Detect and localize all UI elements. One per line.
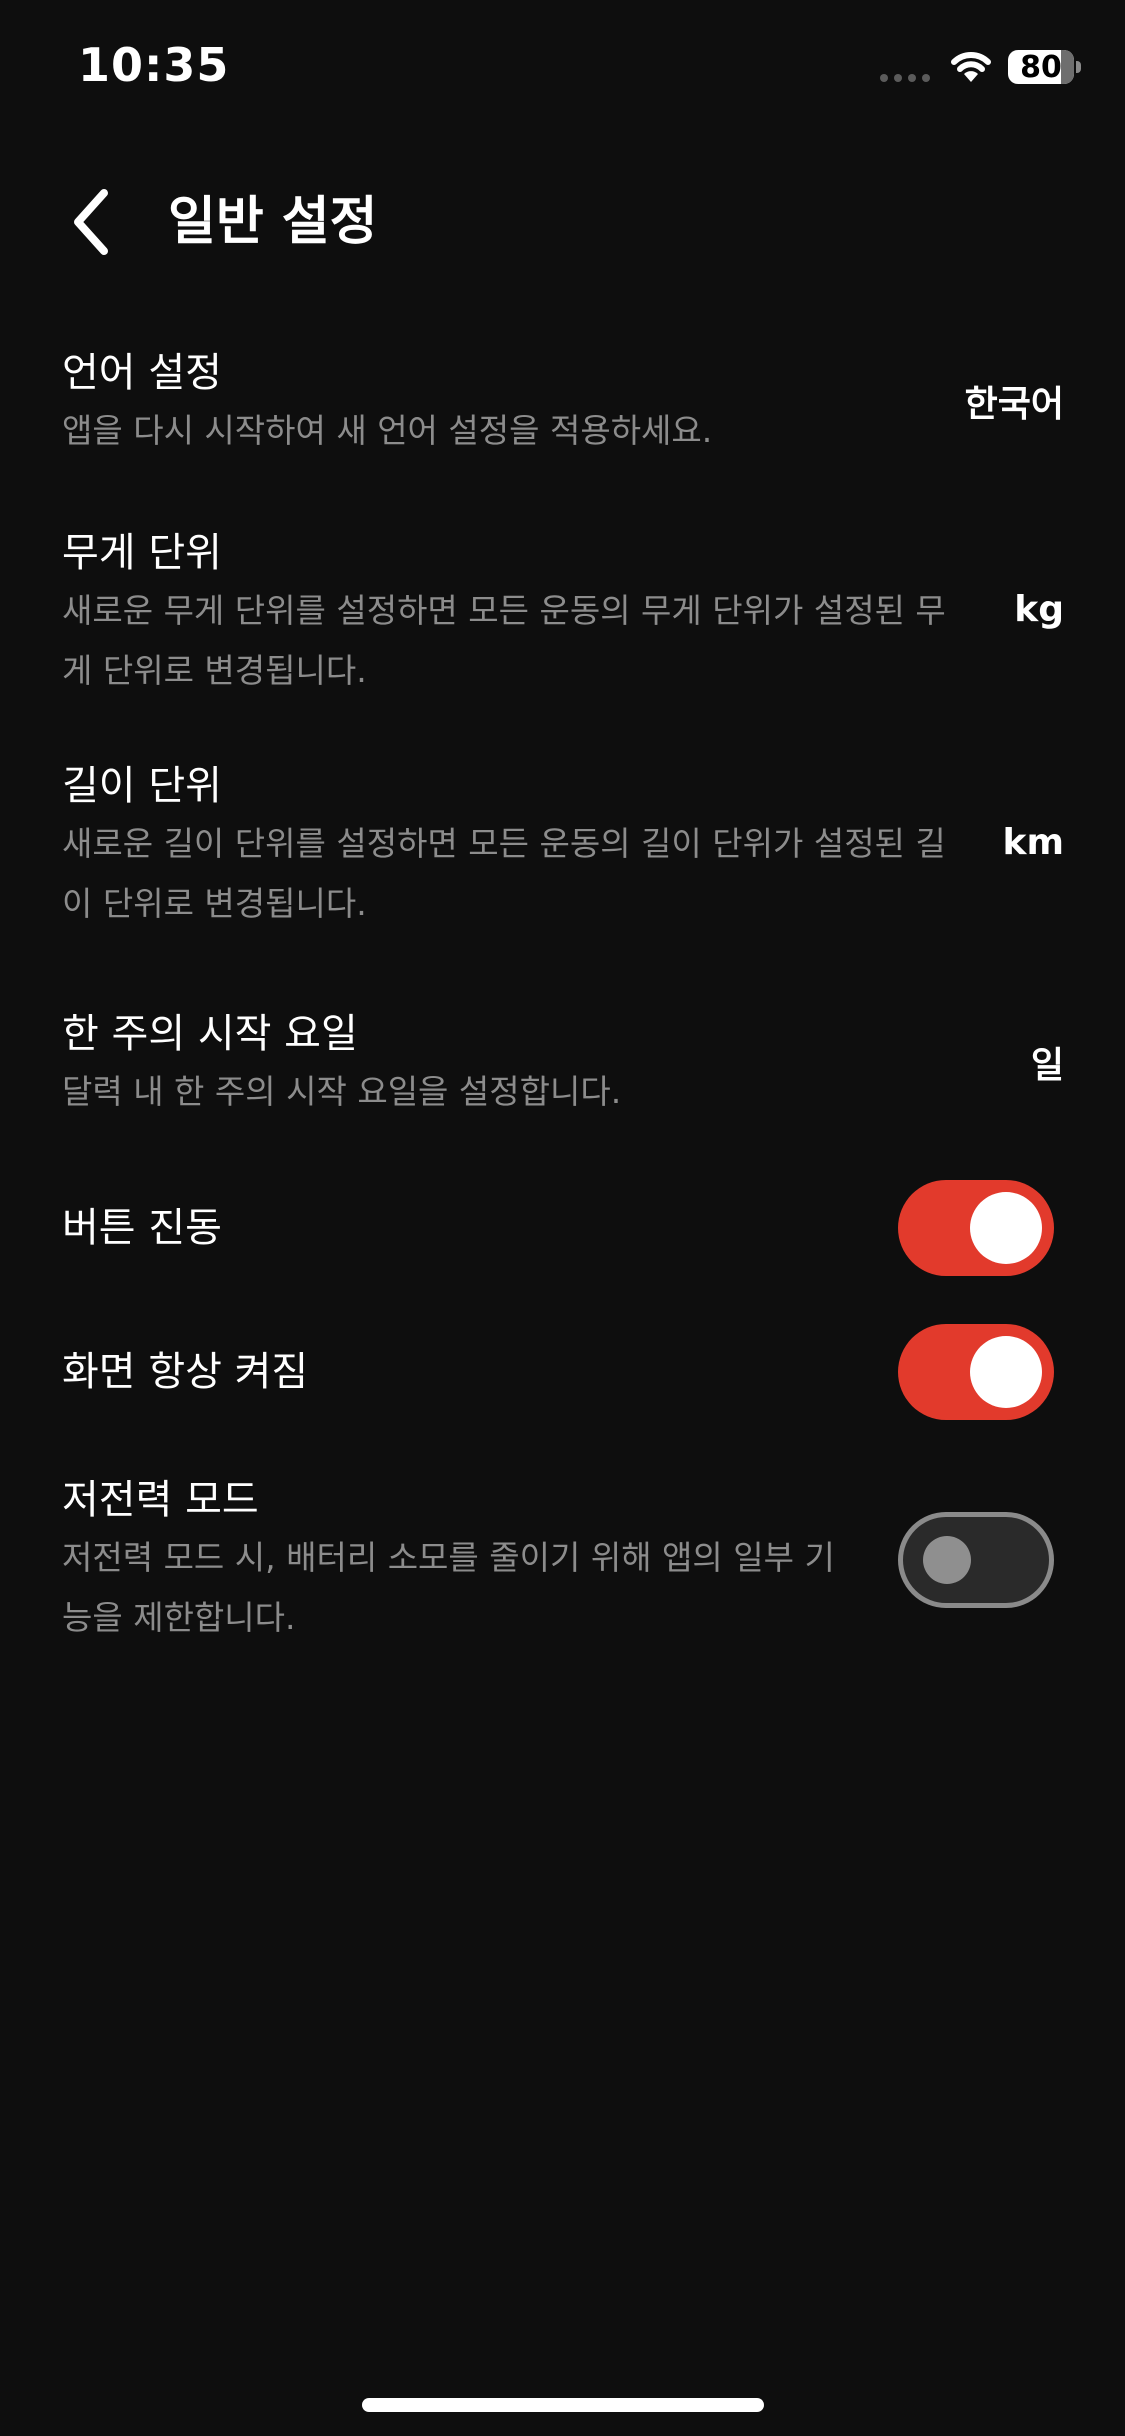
- button-vibration-toggle[interactable]: [898, 1180, 1054, 1276]
- page-title: 일반 설정: [168, 192, 378, 252]
- battery-icon: 80: [1008, 50, 1074, 84]
- battery-percent: 80: [1020, 50, 1062, 84]
- cellular-signal-icon: [880, 74, 930, 82]
- setting-title: 저전력 모드: [62, 1477, 259, 1523]
- setting-value-length-unit: km: [1002, 822, 1064, 863]
- chevron-left-icon: [74, 189, 108, 255]
- back-button[interactable]: [50, 182, 130, 262]
- setting-title: 길이 단위: [62, 763, 222, 809]
- setting-description: 달력 내 한 주의 시작 요일을 설정합니다.: [62, 1072, 622, 1111]
- home-indicator[interactable]: [362, 2398, 764, 2412]
- battery-nub: [1076, 61, 1081, 73]
- setting-title: 한 주의 시작 요일: [62, 1011, 358, 1057]
- setting-description: 새로운 길이 단위를 설정하면 모든 운동의 길이 단위가 설정된 길이 단위로…: [62, 824, 946, 923]
- low-power-mode-toggle[interactable]: [898, 1512, 1054, 1608]
- setting-weight-unit[interactable]: 무게 단위 새로운 무게 단위를 설정하면 모든 운동의 무게 단위가 설정된 …: [62, 525, 1064, 701]
- setting-button-vibration: 버튼 진동: [62, 1180, 1064, 1276]
- setting-screen-always-on: 화면 항상 켜짐: [62, 1324, 1064, 1420]
- setting-low-power-mode: 저전력 모드 저전력 모드 시, 배터리 소모를 줄이기 위해 앱의 일부 기능…: [62, 1472, 1064, 1648]
- header: 일반 설정: [0, 170, 1125, 270]
- setting-language[interactable]: 언어 설정 앱을 다시 시작하여 새 언어 설정을 적용하세요. 한국어: [62, 345, 1064, 461]
- setting-week-start[interactable]: 한 주의 시작 요일 달력 내 한 주의 시작 요일을 설정합니다. 일: [62, 1006, 1064, 1122]
- setting-value-weight-unit: kg: [1014, 589, 1064, 630]
- screen-always-on-toggle[interactable]: [898, 1324, 1054, 1420]
- toggle-knob: [923, 1536, 971, 1584]
- status-bar: 10:35 80: [0, 0, 1125, 140]
- wifi-icon: [951, 51, 991, 82]
- setting-description: 새로운 무게 단위를 설정하면 모든 운동의 무게 단위가 설정된 무게 단위로…: [62, 591, 946, 690]
- toggle-knob: [970, 1336, 1042, 1408]
- setting-value-week-start: 일: [1030, 1045, 1064, 1086]
- setting-title: 언어 설정: [62, 350, 222, 396]
- setting-length-unit[interactable]: 길이 단위 새로운 길이 단위를 설정하면 모든 운동의 길이 단위가 설정된 …: [62, 758, 1064, 934]
- setting-description: 앱을 다시 시작하여 새 언어 설정을 적용하세요.: [62, 411, 713, 450]
- setting-title: 무게 단위: [62, 530, 222, 576]
- setting-description: 저전력 모드 시, 배터리 소모를 줄이기 위해 앱의 일부 기능을 제한합니다…: [62, 1538, 835, 1637]
- status-time: 10:35: [78, 38, 230, 92]
- setting-value-language: 한국어: [964, 384, 1064, 425]
- toggle-knob: [970, 1192, 1042, 1264]
